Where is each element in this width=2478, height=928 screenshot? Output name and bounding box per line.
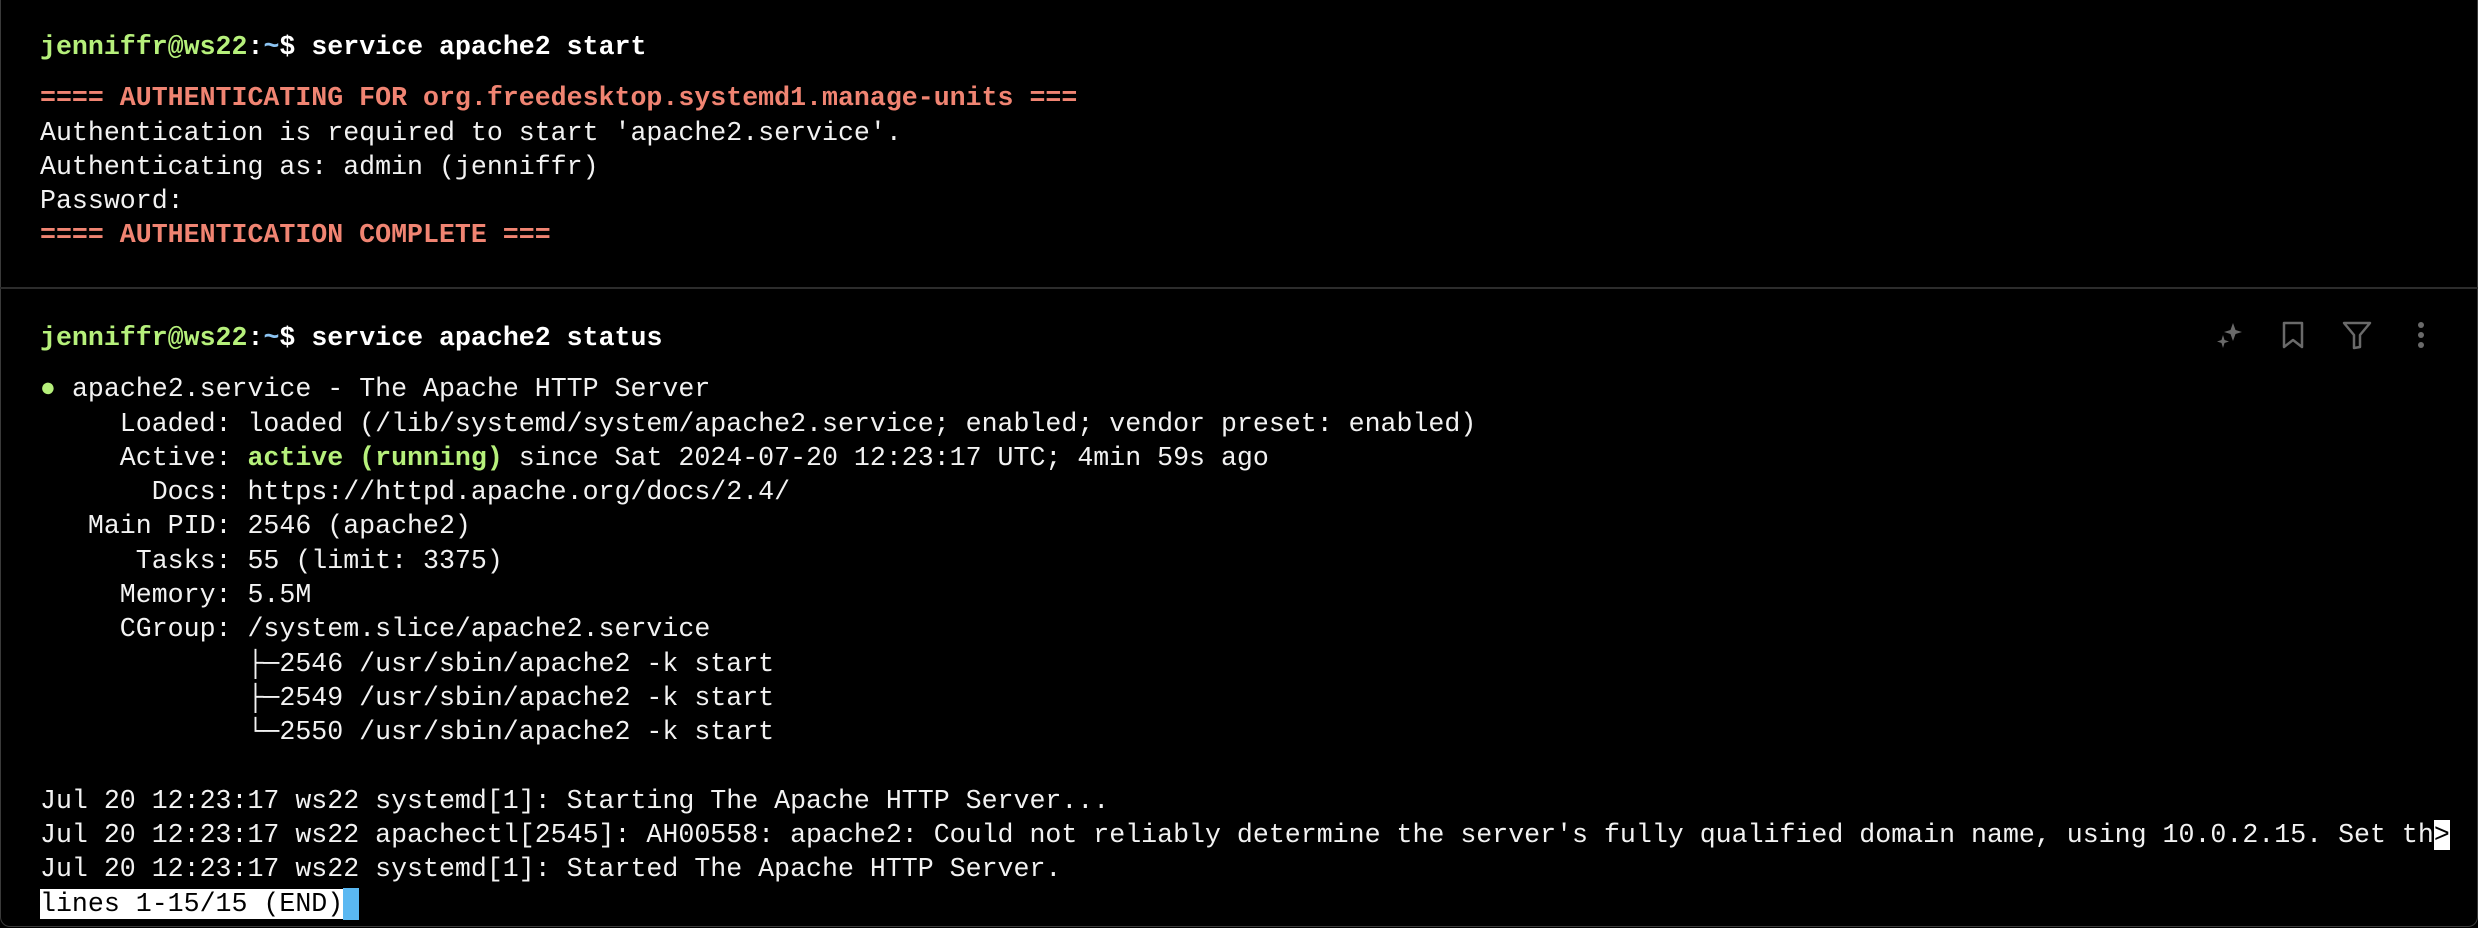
block-divider (0, 287, 2478, 289)
unit-title: apache2.service - The Apache HTTP Server (71, 374, 711, 405)
output-line: Authentication is required to start 'apa… (40, 117, 902, 148)
truncation-marker: > (2433, 820, 2450, 851)
process-line: └─2550 /usr/sbin/apache2 -k start (40, 717, 775, 748)
process-line: ├─2546 /usr/sbin/apache2 -k start (40, 648, 775, 679)
process-line: ├─2549 /usr/sbin/apache2 -k start (40, 682, 775, 713)
prompt-line: jenniffr@ws22:~$ service apache2 start (40, 30, 2438, 64)
auth-footer: ==== AUTHENTICATION COMPLETE === (40, 220, 551, 251)
prompt-path: ~ (263, 32, 280, 62)
journal-text: Jul 20 12:23:17 ws22 apachectl[2545]: AH… (40, 820, 2434, 851)
active-line: Active: active (running) since Sat 2024-… (40, 441, 2438, 475)
prompt-sep: : (247, 32, 264, 62)
status-dot-icon: ● (40, 374, 56, 405)
output-line: Authenticating as: admin (jenniffr) (40, 151, 599, 182)
command-text: service apache2 start (311, 32, 647, 62)
prompt-symbol: $ (279, 32, 296, 62)
auth-header: ==== AUTHENTICATING FOR org.freedesktop.… (40, 83, 1078, 114)
docs-line: Docs: https://httpd.apache.org/docs/2.4/ (40, 477, 791, 508)
command-block-status: jenniffr@ws22:~$ service apache2 status … (40, 321, 2450, 921)
prompt-path: ~ (263, 323, 280, 353)
journal-line: Jul 20 12:23:17 ws22 systemd[1]: Startin… (40, 785, 1110, 816)
loaded-line: Loaded: loaded (/lib/systemd/system/apac… (40, 408, 1477, 439)
tasks-line: Tasks: 55 (limit: 3375) (40, 545, 503, 576)
text-cursor (343, 887, 360, 920)
memory-line: Memory: 5.5M (40, 580, 312, 611)
prompt-user-host: jenniffr@ws22 (40, 32, 248, 62)
prompt-line: jenniffr@ws22:~$ service apache2 status (40, 321, 2438, 355)
pager-status-line[interactable]: lines 1-15/15 (END) (40, 887, 2438, 921)
unit-line: ● apache2.service - The Apache HTTP Serv… (40, 372, 2438, 406)
command-text: service apache2 status (311, 323, 663, 353)
prompt-sep: : (247, 323, 264, 353)
pager-status: lines 1-15/15 (END) (40, 888, 344, 919)
prompt-symbol: $ (279, 323, 296, 353)
output-line: Password: (40, 186, 184, 217)
active-since: since Sat 2024-07-20 12:23:17 UTC; 4min … (502, 442, 1269, 473)
active-label: Active: (40, 442, 248, 473)
prompt-user-host: jenniffr@ws22 (40, 323, 248, 353)
active-state: active (running) (247, 442, 503, 473)
command-block-start: jenniffr@ws22:~$ service apache2 start =… (40, 30, 2438, 253)
journal-line: Jul 20 12:23:17 ws22 apachectl[2545]: AH… (40, 818, 2450, 852)
pid-line: Main PID: 2546 (apache2) (40, 511, 471, 542)
journal-line: Jul 20 12:23:17 ws22 systemd[1]: Started… (40, 854, 1062, 885)
cgroup-line: CGroup: /system.slice/apache2.service (40, 614, 711, 645)
